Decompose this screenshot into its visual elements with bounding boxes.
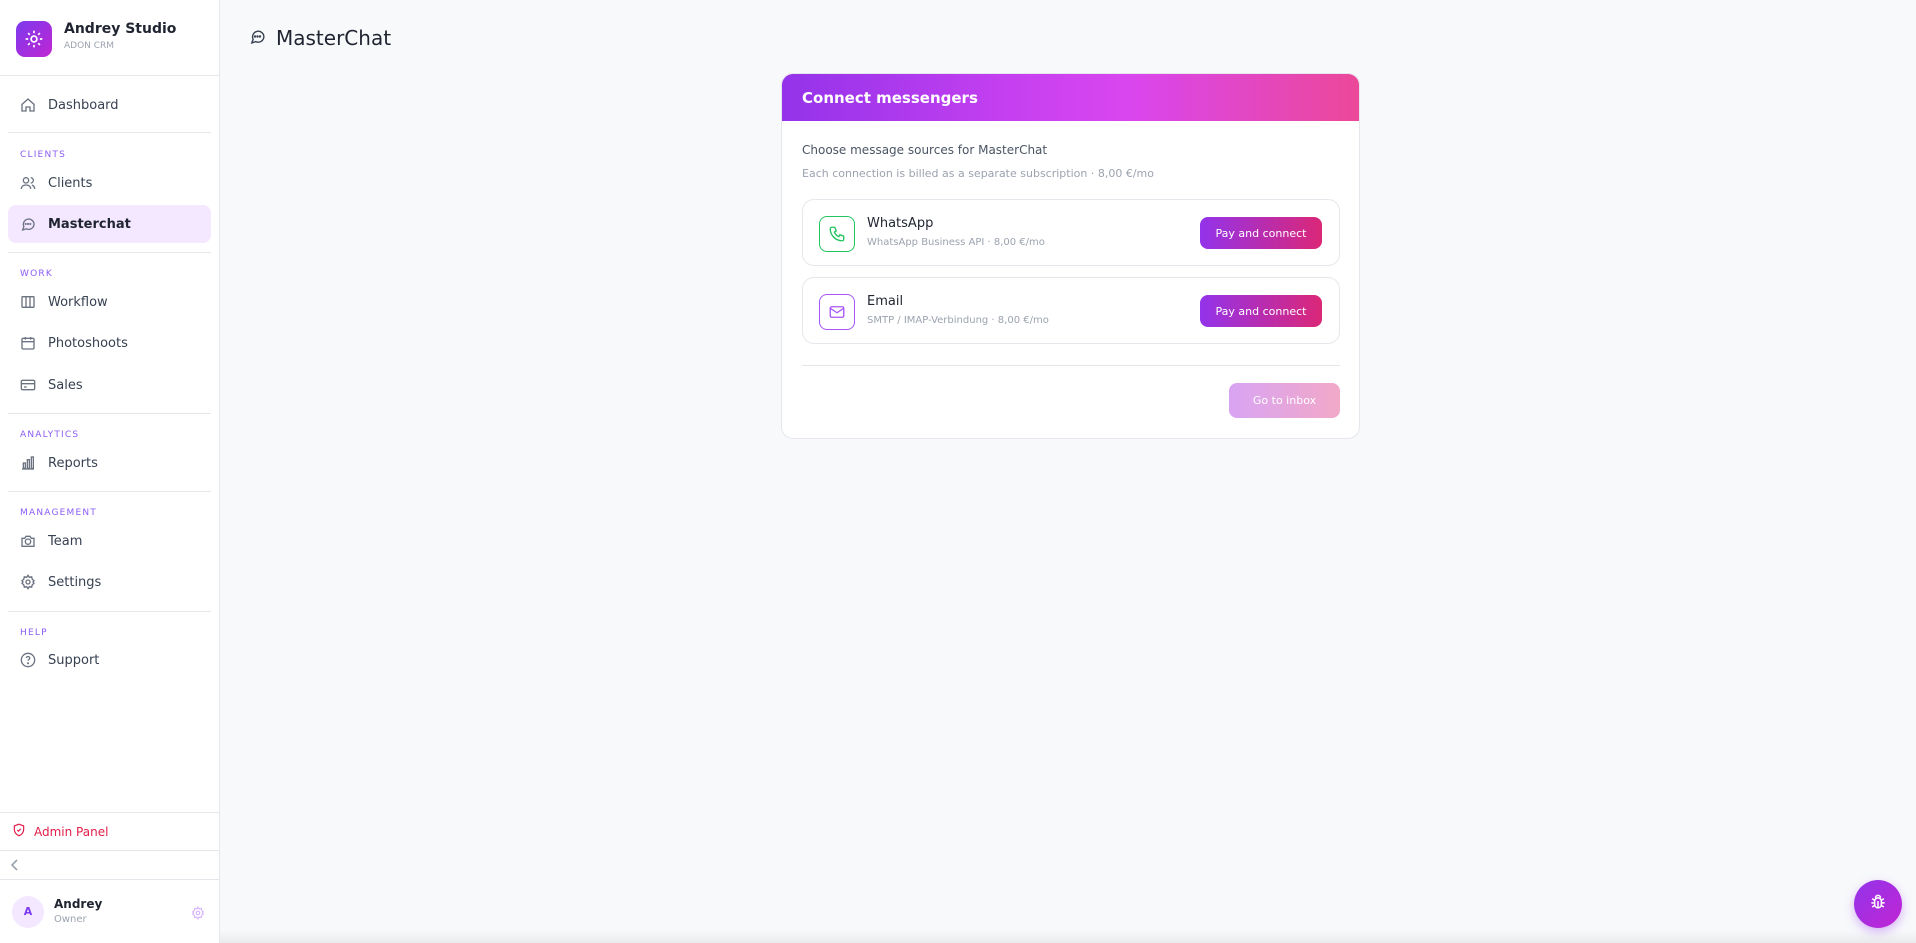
sidebar-item-label: Workflow	[48, 294, 108, 310]
section-label-clients: CLIENTS	[20, 150, 66, 160]
sidebar-item-clients[interactable]: Clients	[8, 164, 211, 202]
credit-card-icon	[20, 377, 36, 393]
admin-panel-label: Admin Panel	[34, 824, 109, 839]
mail-icon	[819, 294, 855, 330]
sidebar-item-label: Masterchat	[48, 216, 131, 232]
source-description: WhatsApp Business API · 8,00 €/mo	[867, 237, 1045, 248]
calendar-icon	[20, 335, 36, 351]
sidebar-item-label: Sales	[48, 377, 83, 393]
sidebar-item-settings[interactable]: Settings	[8, 563, 211, 601]
sidebar-item-masterchat[interactable]: Masterchat	[8, 205, 211, 243]
sidebar: Andrey Studio ADON CRM Dashboard CLIENTS…	[0, 0, 220, 943]
brand-header: Andrey Studio ADON CRM	[0, 0, 219, 76]
collapse-sidebar-button[interactable]	[0, 850, 219, 880]
sidebar-item-reports[interactable]: Reports	[8, 444, 211, 482]
bug-icon	[1868, 892, 1888, 916]
sidebar-item-label: Photoshoots	[48, 335, 128, 351]
section-label-help: HELP	[20, 628, 48, 638]
sidebar-divider	[8, 491, 211, 492]
sidebar-item-label: Clients	[48, 175, 93, 191]
sidebar-item-team[interactable]: Team	[8, 522, 211, 560]
source-description: SMTP / IMAP-Verbindung · 8,00 €/mo	[867, 315, 1049, 326]
brand-subtitle: ADON CRM	[64, 41, 115, 51]
camera-icon	[20, 533, 36, 549]
sidebar-item-support[interactable]: Support	[8, 641, 211, 679]
gear-icon	[20, 574, 36, 590]
shield-icon	[12, 822, 26, 841]
sidebar-item-label: Team	[48, 533, 83, 549]
gear-icon[interactable]	[191, 905, 205, 924]
sidebar-item-label: Settings	[48, 574, 102, 590]
chevron-left-icon	[10, 856, 20, 875]
brand-name: Andrey Studio	[64, 21, 177, 37]
sidebar-item-sales[interactable]: Sales	[8, 366, 211, 404]
sidebar-item-label: Support	[48, 652, 100, 668]
users-icon	[20, 175, 36, 191]
bar-chart-icon	[20, 455, 36, 471]
pay-and-connect-whatsapp-button[interactable]: Pay and connect	[1200, 217, 1322, 249]
user-profile[interactable]: A Andrey Owner	[0, 880, 219, 943]
avatar: A	[12, 895, 44, 928]
help-circle-icon	[20, 652, 36, 668]
card-title: Connect messengers	[802, 88, 978, 107]
sidebar-divider	[8, 611, 211, 612]
home-icon	[20, 97, 36, 113]
sidebar-item-dashboard[interactable]: Dashboard	[8, 86, 211, 124]
go-to-inbox-button[interactable]: Go to inbox	[1229, 383, 1340, 418]
user-role: Owner	[54, 914, 87, 925]
admin-panel-link[interactable]: Admin Panel	[0, 812, 219, 850]
chat-bubble-icon	[20, 216, 36, 232]
connect-messengers-card: Connect messengers Choose message source…	[781, 73, 1360, 439]
sidebar-divider	[8, 413, 211, 414]
source-email: Email SMTP / IMAP-Verbindung · 8,00 €/mo…	[802, 277, 1340, 344]
columns-icon	[20, 294, 36, 310]
source-whatsapp: WhatsApp WhatsApp Business API · 8,00 €/…	[802, 199, 1340, 266]
sidebar-divider	[8, 132, 211, 133]
sidebar-item-workflow[interactable]: Workflow	[8, 283, 211, 321]
source-name: Email	[867, 294, 904, 309]
sidebar-item-label: Dashboard	[48, 97, 119, 113]
source-name: WhatsApp	[867, 216, 934, 231]
card-divider	[802, 365, 1340, 366]
page-title: MasterChat	[276, 26, 392, 50]
card-subtitle: Choose message sources for MasterChat	[802, 143, 1048, 157]
pay-and-connect-email-button[interactable]: Pay and connect	[1200, 295, 1322, 327]
card-header: Connect messengers	[782, 74, 1359, 121]
section-label-analytics: ANALYTICS	[20, 430, 80, 440]
sidebar-divider	[8, 252, 211, 253]
section-label-work: WORK	[20, 269, 53, 279]
sidebar-item-photoshoots[interactable]: Photoshoots	[8, 324, 211, 362]
page-header: MasterChat	[249, 26, 391, 50]
sidebar-item-label: Reports	[48, 455, 98, 471]
chat-bubble-icon	[249, 28, 266, 49]
billing-note: Each connection is billed as a separate …	[802, 167, 1154, 180]
user-name: Andrey	[54, 897, 103, 911]
bottom-shade	[220, 930, 1916, 943]
section-label-management: MANAGEMENT	[20, 508, 97, 518]
bug-report-button[interactable]	[1854, 880, 1902, 928]
phone-icon	[819, 216, 855, 252]
brand-logo-icon	[16, 21, 52, 57]
